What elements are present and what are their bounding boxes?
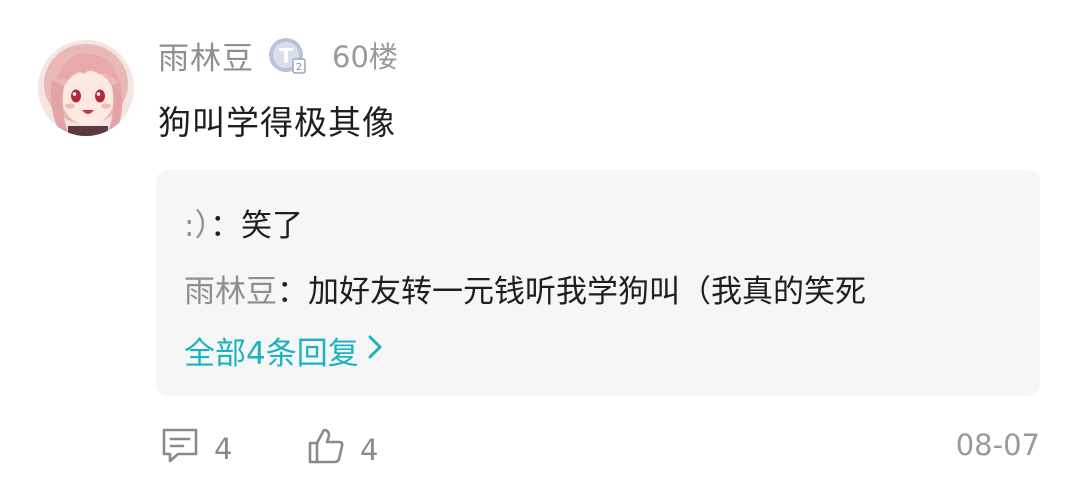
- comment-footer: 4 4 08-07: [0, 420, 1080, 470]
- avatar[interactable]: [38, 40, 134, 136]
- comment-header: 雨林豆 T 2 60楼: [158, 30, 398, 80]
- reply-author[interactable]: 雨林豆: [184, 274, 277, 310]
- chevron-right-icon: [367, 333, 383, 369]
- reply-author[interactable]: :）: [184, 208, 210, 244]
- svg-text:2: 2: [296, 62, 302, 73]
- level-badge-icon: T 2: [266, 33, 310, 77]
- like-count: 4: [360, 432, 379, 467]
- like-button[interactable]: 4: [306, 426, 378, 473]
- reply-text: 笑了: [240, 208, 303, 244]
- reply-text: 加好友转一元钱听我学狗叫（我真的笑死: [308, 274, 866, 310]
- comment-count: 4: [214, 431, 233, 466]
- avatar-image: [38, 40, 134, 136]
- reply-preview-box[interactable]: :）：笑了 雨林豆：加好友转一元钱听我学狗叫（我真的笑死 全部4条回复: [156, 170, 1040, 396]
- reply-item[interactable]: :）：笑了: [184, 200, 303, 245]
- all-replies-link[interactable]: 全部4条回复: [184, 328, 383, 373]
- comment-date: 08-07: [955, 428, 1040, 462]
- comment-button[interactable]: 4: [160, 426, 232, 471]
- reply-separator: ：: [209, 208, 241, 244]
- svg-text:T: T: [279, 44, 293, 68]
- reply-item[interactable]: 雨林豆：加好友转一元钱听我学狗叫（我真的笑死: [184, 266, 866, 311]
- floor-number: 60楼: [332, 40, 398, 74]
- comment-icon: [160, 426, 200, 471]
- comment-text: 狗叫学得极其像: [158, 103, 396, 142]
- thumbs-up-icon: [306, 426, 346, 473]
- reply-separator: ：: [277, 274, 308, 310]
- username[interactable]: 雨林豆: [158, 33, 254, 78]
- all-replies-label: 全部4条回复: [184, 336, 359, 372]
